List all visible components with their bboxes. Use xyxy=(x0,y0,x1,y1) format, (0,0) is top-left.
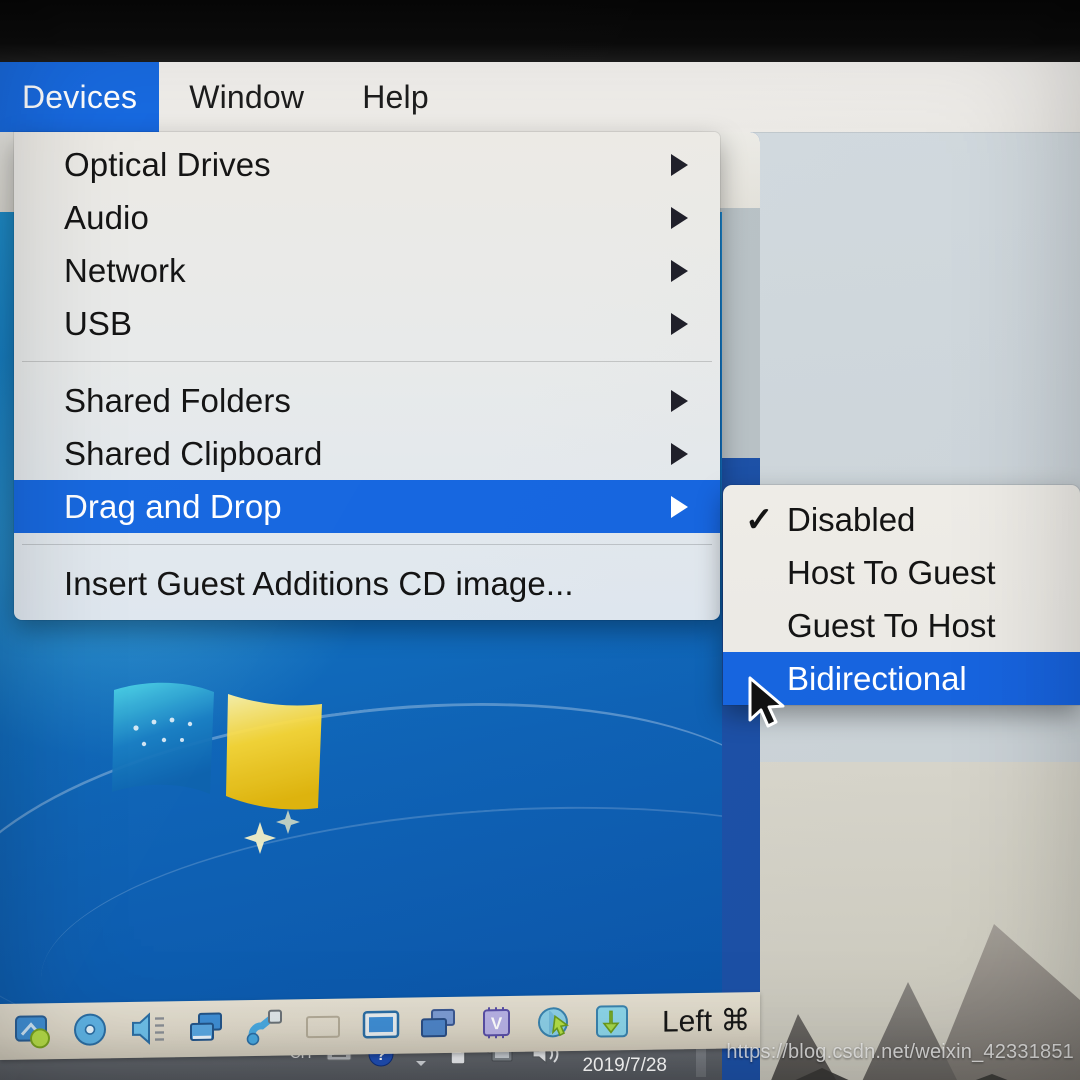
host-key-capture-icon[interactable] xyxy=(592,1002,634,1043)
shared-folder-empty-icon[interactable] xyxy=(302,1007,344,1048)
vm-cpu-icon[interactable]: V xyxy=(476,1004,518,1045)
menubar-item-devices-label: Devices xyxy=(22,78,138,115)
menu-item-insert-guest-additions[interactable]: Insert Guest Additions CD image... xyxy=(14,557,720,610)
audio-icon[interactable] xyxy=(128,1009,170,1050)
menubar-item-help[interactable]: Help xyxy=(334,62,451,132)
submenu-arrow-icon xyxy=(671,206,688,229)
menu-separator xyxy=(22,544,712,545)
shared-folders-icon[interactable] xyxy=(418,1005,460,1046)
mouse-cursor xyxy=(746,676,792,734)
optical-disk-icon[interactable] xyxy=(70,1010,112,1051)
submenu-arrow-icon xyxy=(671,153,688,176)
screenshot-stage: Devices Window Help ? 2019/7/28 V Left ⌘… xyxy=(0,0,1080,1080)
windows-logo xyxy=(110,682,325,882)
network-icon[interactable] xyxy=(186,1008,228,1049)
menubar-item-devices[interactable]: Devices xyxy=(0,62,160,132)
submenu-item-guest-to-host-label: Guest To Host xyxy=(787,606,996,644)
screen-bezel-top xyxy=(0,0,1080,62)
hard-disk-icon[interactable] xyxy=(12,1011,54,1052)
menubar-item-help-label: Help xyxy=(362,78,429,115)
menu-item-audio[interactable]: Audio xyxy=(14,191,720,244)
menu-item-shared-clipboard-label: Shared Clipboard xyxy=(64,434,323,472)
drag-and-drop-submenu[interactable]: ✓ Disabled Host To Guest Guest To Host B… xyxy=(723,485,1080,705)
menu-item-optical-drives[interactable]: Optical Drives xyxy=(14,138,720,191)
submenu-arrow-icon xyxy=(671,495,688,518)
watermark: https://blog.csdn.net/weixin_42331851 xyxy=(726,1041,1074,1063)
submenu-arrow-icon xyxy=(671,442,688,465)
submenu-item-disabled-label: Disabled xyxy=(787,500,916,538)
host-key-label: Left ⌘ xyxy=(662,1003,751,1039)
menubar-item-window-label: Window xyxy=(189,78,305,115)
submenu-item-host-to-guest-label: Host To Guest xyxy=(787,553,996,591)
display-icon[interactable] xyxy=(360,1006,402,1047)
menu-item-usb[interactable]: USB xyxy=(14,297,720,350)
menu-item-audio-label: Audio xyxy=(64,198,149,236)
submenu-arrow-icon xyxy=(671,259,688,282)
submenu-item-bidirectional-label: Bidirectional xyxy=(787,659,967,697)
menu-item-network[interactable]: Network xyxy=(14,244,720,297)
macos-wallpaper-mountains xyxy=(756,762,1080,1080)
macos-menubar: Devices Window Help xyxy=(0,62,1080,132)
virtualbox-status-bar: V Left ⌘ xyxy=(0,992,760,1060)
devices-dropdown-menu[interactable]: Optical Drives Audio Network USB Shared … xyxy=(14,132,720,620)
submenu-arrow-icon xyxy=(671,389,688,412)
clock-date: 2019/7/28 xyxy=(582,1055,667,1077)
menu-item-network-label: Network xyxy=(64,251,186,289)
menu-item-drag-and-drop[interactable]: Drag and Drop xyxy=(14,480,720,533)
submenu-arrow-icon xyxy=(671,312,688,335)
submenu-item-host-to-guest[interactable]: Host To Guest xyxy=(723,546,1080,599)
menu-separator xyxy=(22,361,712,362)
svg-text:V: V xyxy=(491,1014,503,1033)
menu-item-shared-folders-label: Shared Folders xyxy=(64,381,292,419)
menu-item-insert-guest-additions-label: Insert Guest Additions CD image... xyxy=(64,564,574,602)
submenu-item-guest-to-host[interactable]: Guest To Host xyxy=(723,599,1080,652)
submenu-item-disabled[interactable]: ✓ Disabled xyxy=(723,493,1080,546)
menu-item-usb-label: USB xyxy=(64,304,133,342)
menu-item-shared-folders[interactable]: Shared Folders xyxy=(14,374,720,427)
mouse-integration-icon[interactable] xyxy=(534,1003,576,1044)
usb-icon[interactable] xyxy=(244,1008,286,1049)
menu-item-drag-and-drop-label: Drag and Drop xyxy=(64,487,282,525)
checkmark-icon: ✓ xyxy=(745,500,774,539)
menu-item-optical-drives-label: Optical Drives xyxy=(64,145,271,183)
menubar-item-window[interactable]: Window xyxy=(159,62,334,132)
menu-item-shared-clipboard[interactable]: Shared Clipboard xyxy=(14,427,720,480)
